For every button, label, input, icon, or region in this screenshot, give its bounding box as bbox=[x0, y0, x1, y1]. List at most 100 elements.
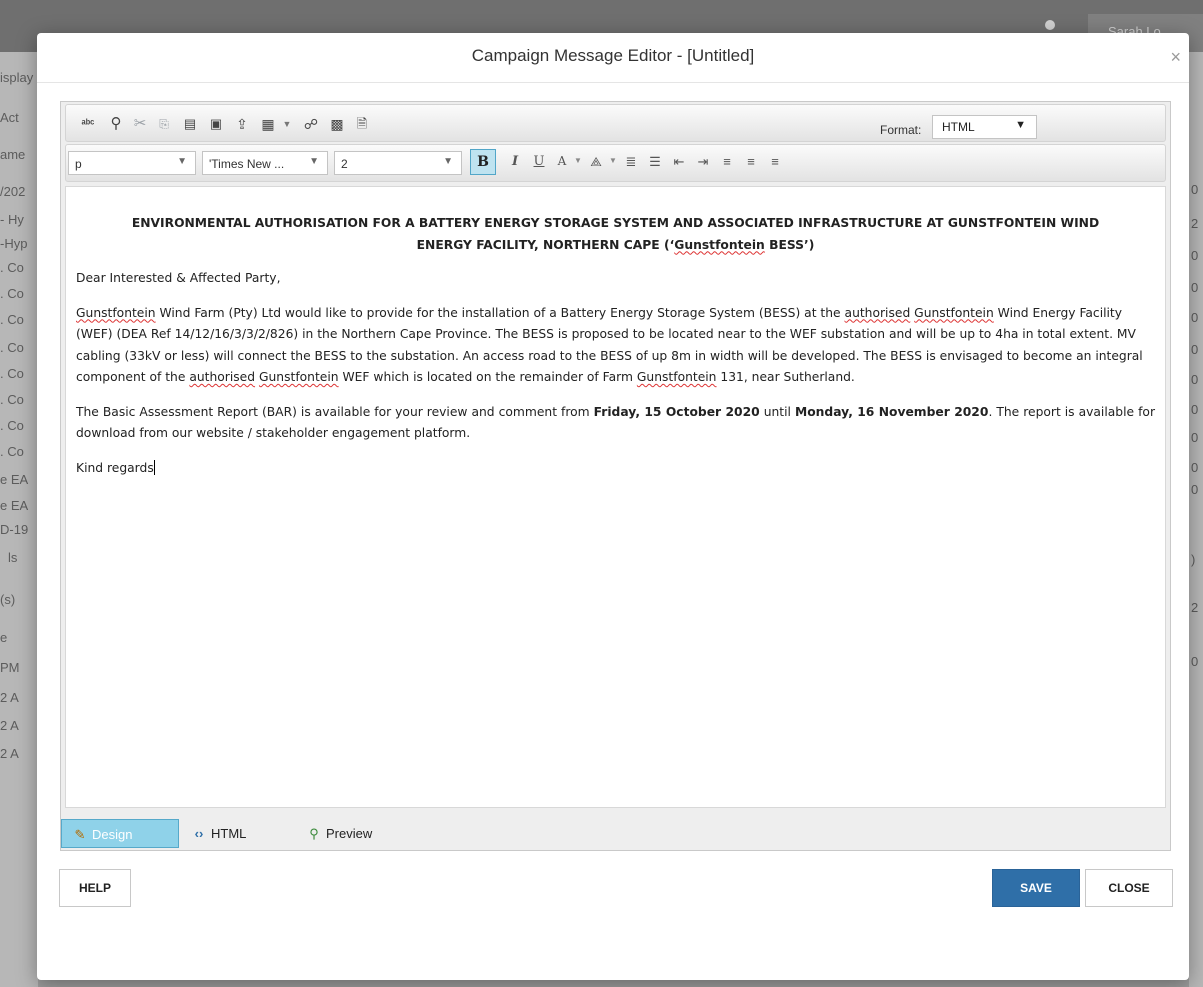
background-left-fragment: . Co bbox=[0, 366, 24, 381]
spellcheck-icon[interactable]: ᵃᵇᶜ bbox=[78, 114, 98, 134]
save-button[interactable]: SAVE bbox=[992, 869, 1080, 907]
underline-button[interactable]: U bbox=[530, 154, 548, 169]
editor-toolbar-format: p ▼ 'Times New ... ▼ 2 ▼ B I U A ▼ ⟁ ▼ ≣… bbox=[65, 144, 1166, 182]
file-icon[interactable]: 🗎 bbox=[352, 114, 372, 134]
greeting-text: Dear Interested & Affected Party, bbox=[76, 271, 281, 285]
paste-icon[interactable]: ▤ bbox=[180, 114, 200, 134]
indent-icon[interactable]: ⇥ bbox=[694, 154, 712, 170]
font-size-select[interactable]: 2 ▼ bbox=[334, 151, 462, 175]
background-right-fragment: 0 bbox=[1191, 280, 1199, 295]
background-right-fragment: 0 bbox=[1191, 654, 1199, 669]
format-select[interactable]: HTML ▼ bbox=[932, 115, 1037, 139]
background-left-fragment: . Co bbox=[0, 260, 24, 275]
font-family-select[interactable]: 'Times New ... ▼ bbox=[202, 151, 328, 175]
outdent-icon[interactable]: ⇤ bbox=[670, 154, 688, 170]
background-left-fragment: D-19 bbox=[0, 522, 29, 537]
background-left-fragment: Act bbox=[0, 110, 19, 125]
background-left-fragment: e EA bbox=[0, 498, 29, 513]
find-icon[interactable]: ⚲ bbox=[106, 114, 126, 134]
chevron-down-icon: ▼ bbox=[177, 156, 187, 167]
background-left-fragment: isplay bbox=[0, 70, 34, 85]
table-icon[interactable]: ▦ bbox=[258, 114, 278, 134]
background-right-fragment: ) bbox=[1191, 552, 1196, 567]
background-left-fragment: 2 A bbox=[0, 746, 19, 761]
background-right-fragment: 2 bbox=[1191, 600, 1199, 615]
format-select-value: HTML bbox=[942, 120, 975, 134]
tab-preview[interactable]: ⚲ Preview bbox=[306, 819, 396, 848]
heading-line-2b: Gunstfontein bbox=[674, 237, 765, 252]
bullet-list-icon[interactable]: ☰ bbox=[646, 154, 664, 170]
align-left-icon[interactable]: ≡ bbox=[718, 154, 736, 169]
background-left-fragment: 2 A bbox=[0, 690, 19, 705]
p2-c: until bbox=[759, 404, 795, 419]
font-family-value: 'Times New ... bbox=[209, 157, 285, 171]
background-left-fragment: - Hy bbox=[0, 212, 24, 227]
background-left-fragment: (s) bbox=[0, 592, 16, 607]
heading-line-2a: ENERGY FACILITY, NORTHERN CAPE (‘ bbox=[416, 237, 675, 252]
p1-s3: authorised bbox=[844, 305, 911, 320]
italic-button[interactable]: I bbox=[506, 154, 524, 169]
p1-s2: Wind Farm (Pty) Ltd would like to provid… bbox=[155, 305, 845, 320]
background-right-fragment: 0 bbox=[1191, 402, 1199, 417]
tab-html-label: HTML bbox=[211, 826, 247, 841]
editor-toolbar-top: ᵃᵇᶜ ⚲ ✂ ⎘ ▤ ▣ ⇪ ▦ ▼ ☍ ▩ 🗎 Format: HTML ▼ bbox=[65, 104, 1166, 142]
editor-content-area[interactable]: ENVIRONMENTAL AUTHORISATION FOR A BATTER… bbox=[65, 186, 1166, 808]
body-paragraph-1: Gunstfontein Wind Farm (Pty) Ltd would l… bbox=[76, 303, 1155, 389]
help-button[interactable]: HELP bbox=[59, 869, 131, 907]
magnifier-icon: ⚲ bbox=[309, 826, 319, 841]
editor-mode-bar: ✎ Design ‹› HTML ⚲ Preview bbox=[61, 814, 1170, 850]
ordered-list-icon[interactable]: ≣ bbox=[622, 154, 640, 170]
paste-html-icon[interactable]: ⇪ bbox=[232, 114, 252, 134]
font-color-dropdown-icon[interactable]: ▼ bbox=[569, 156, 587, 165]
pencil-icon: ✎ bbox=[74, 827, 86, 842]
background-right-fragment: 0 bbox=[1191, 342, 1199, 357]
background-left-fragment: . Co bbox=[0, 392, 24, 407]
p2-a: The Basic Assessment Report (BAR) is ava… bbox=[76, 404, 594, 419]
code-icon: ‹› bbox=[194, 826, 204, 841]
document-heading: ENVIRONMENTAL AUTHORISATION FOR A BATTER… bbox=[76, 213, 1155, 256]
notification-dot bbox=[1045, 20, 1055, 30]
copy-icon[interactable]: ⎘ bbox=[154, 114, 174, 134]
tab-design-label: Design bbox=[92, 827, 133, 842]
closing-text: Kind regards bbox=[76, 460, 154, 475]
highlight-dropdown-icon[interactable]: ▼ bbox=[604, 156, 622, 165]
background-right-fragment: 0 bbox=[1191, 460, 1199, 475]
background-right-panel: 0 2 0 0 0 0 0 0 0 0 0) 2 0 bbox=[1189, 52, 1203, 987]
background-left-fragment: ame bbox=[0, 147, 26, 162]
background-left-fragment: /202 bbox=[0, 184, 26, 199]
background-left-fragment: . Co bbox=[0, 444, 24, 459]
p1-s1: Gunstfontein bbox=[76, 305, 156, 320]
paste-text-icon[interactable]: ▣ bbox=[206, 114, 226, 134]
background-left-fragment: -Hyp bbox=[0, 236, 28, 251]
background-left-fragment: ls bbox=[8, 550, 18, 565]
paragraph-style-select[interactable]: p ▼ bbox=[68, 151, 196, 175]
rich-text-editor: ᵃᵇᶜ ⚲ ✂ ⎘ ▤ ▣ ⇪ ▦ ▼ ☍ ▩ 🗎 Format: HTML ▼… bbox=[60, 101, 1171, 851]
modal-title: Campaign Message Editor - [Untitled] bbox=[471, 46, 755, 65]
p1-s11: 131, near Sutherland. bbox=[716, 370, 855, 384]
close-button[interactable]: CLOSE bbox=[1085, 869, 1173, 907]
highlight-button[interactable]: ⟁ bbox=[587, 154, 605, 170]
background-left-fragment: . Co bbox=[0, 418, 24, 433]
bold-button[interactable]: B bbox=[470, 149, 496, 175]
close-icon[interactable]: × bbox=[1170, 47, 1181, 68]
background-right-fragment: 0 bbox=[1191, 372, 1199, 387]
p1-s8: Gunstfontein bbox=[258, 370, 339, 384]
table-dropdown-arrow-icon[interactable]: ▼ bbox=[277, 114, 297, 134]
image-icon[interactable]: ▩ bbox=[327, 114, 347, 134]
tab-design[interactable]: ✎ Design bbox=[61, 819, 179, 848]
tab-preview-label: Preview bbox=[326, 826, 373, 841]
background-right-fragment: 0 bbox=[1191, 482, 1199, 497]
body-paragraph-2: The Basic Assessment Report (BAR) is ava… bbox=[76, 402, 1155, 445]
background-right-fragment: 0 bbox=[1191, 182, 1199, 197]
link-icon[interactable]: ☍ bbox=[301, 114, 321, 134]
background-right-fragment: 0 bbox=[1191, 248, 1199, 263]
cut-icon[interactable]: ✂ bbox=[130, 114, 150, 134]
background-left-panel: isplay Act ame/202 - Hy -Hyp . Co . Co . Co . Co… bbox=[0, 52, 38, 987]
p1-s6: authorised bbox=[189, 370, 256, 384]
align-center-icon[interactable]: ≡ bbox=[742, 154, 760, 169]
background-left-fragment: e EA bbox=[0, 472, 29, 487]
align-right-icon[interactable]: ≡ bbox=[766, 154, 784, 169]
heading-line-1: ENVIRONMENTAL AUTHORISATION FOR A BATTER… bbox=[131, 216, 1100, 230]
paragraph-style-value: p bbox=[75, 157, 82, 171]
tab-html[interactable]: ‹› HTML bbox=[191, 819, 271, 848]
